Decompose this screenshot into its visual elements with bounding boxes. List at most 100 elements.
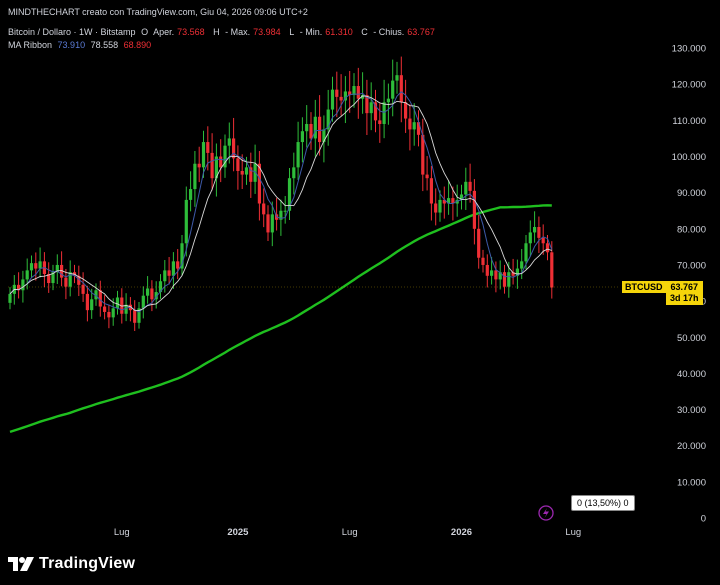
candle-body <box>81 284 85 294</box>
indicator-name: MA Ribbon <box>8 40 53 50</box>
candle-body <box>103 306 107 312</box>
candle-body <box>537 227 541 238</box>
candle-body <box>189 189 193 200</box>
x-tick-label: Lug <box>114 527 130 538</box>
candle-body <box>378 120 382 124</box>
candle-body <box>219 156 223 168</box>
candle-body <box>283 210 287 212</box>
y-tick-label: 70.000 <box>677 260 706 271</box>
candle-body <box>85 293 89 311</box>
candle-body <box>502 272 507 287</box>
candle-body <box>8 293 12 303</box>
candle-body <box>38 261 42 269</box>
candle-body <box>330 89 335 110</box>
candle-body <box>429 178 433 204</box>
candle-body <box>335 89 339 97</box>
candle-body <box>270 214 274 233</box>
candle-body <box>111 308 115 318</box>
price-chart[interactable]: 010.00020.00030.00040.00050.00060.00070.… <box>0 0 720 548</box>
x-tick-label: 2026 <box>451 527 472 538</box>
candle-body <box>408 118 412 130</box>
indicator-legend[interactable]: MA Ribbon 73.910 78.558 68.890 <box>8 40 154 50</box>
candle-body <box>193 163 197 190</box>
candle-body <box>266 214 270 233</box>
ohlc-close: C - Chius. 63.767 <box>361 27 435 37</box>
x-tick-label: Lug <box>565 527 581 538</box>
symbol-badge: BTCUSD <box>622 281 666 293</box>
candle-body <box>25 270 29 280</box>
chart-symbol-line: Bitcoin / Dollaro · 1W · Bitstamp O Aper.… <box>8 27 441 37</box>
candle-body <box>528 232 532 244</box>
candle-body <box>404 102 408 119</box>
candle-body <box>201 142 206 168</box>
candle-body <box>318 116 322 143</box>
candle-body <box>210 152 214 179</box>
candle-body <box>64 277 68 287</box>
candle-body <box>150 288 154 300</box>
candle-body <box>232 138 236 159</box>
candle-body <box>468 181 472 191</box>
candle-body <box>167 270 171 276</box>
y-tick-label: 90.000 <box>677 188 706 199</box>
y-tick-label: 0 <box>701 514 706 525</box>
candle-body <box>520 261 524 269</box>
candle-body <box>541 237 545 244</box>
candle-body <box>533 227 537 233</box>
last-price-value: 63.767 <box>670 282 699 292</box>
candle-body <box>490 270 494 276</box>
candle-body <box>21 279 25 291</box>
candle-body <box>322 129 326 143</box>
candle-body <box>434 203 438 213</box>
candle-body <box>296 142 300 168</box>
candle-body <box>356 86 360 99</box>
candle-body <box>141 295 145 309</box>
candle-body <box>438 199 442 213</box>
candle-body <box>107 311 111 318</box>
ohlc-low: L - Min. 61.310 <box>289 27 353 37</box>
candle-body <box>386 98 390 103</box>
candle-body <box>240 170 244 175</box>
ohlc-high: H - Max. 73.984 <box>213 27 281 37</box>
candle-body <box>176 261 180 269</box>
candle-body <box>472 190 476 229</box>
candle-body <box>262 203 266 215</box>
chart-creator-line: MINDTHECHART creato con TradingView.com,… <box>8 7 308 17</box>
candle-body <box>477 228 481 258</box>
candle-body <box>171 261 175 276</box>
y-tick-label: 130.000 <box>672 44 706 55</box>
y-tick-label: 20.000 <box>677 441 706 452</box>
candle-body <box>90 299 94 311</box>
indicator-value-1: 73.910 <box>57 40 86 50</box>
candle-body <box>34 263 38 269</box>
candle-body <box>244 167 249 175</box>
candle-body <box>197 163 201 168</box>
brand-name: TradingView <box>39 555 136 572</box>
candle-body <box>485 264 489 276</box>
last-price-label: 63.767 3d 17h <box>666 281 703 305</box>
y-tick-label: 40.000 <box>677 369 706 380</box>
candle-body <box>133 310 137 323</box>
candle-body <box>412 122 416 130</box>
candle-body <box>227 138 231 146</box>
candle-body <box>309 123 313 139</box>
candle-body <box>163 270 167 282</box>
indicator-icon[interactable] <box>538 505 554 521</box>
branding[interactable]: TradingView <box>8 555 135 573</box>
candle-body <box>369 102 373 114</box>
candle-body <box>494 270 498 280</box>
candle-body <box>391 80 395 99</box>
y-tick-label: 50.000 <box>677 333 706 344</box>
candle-body <box>425 174 429 179</box>
candle-body <box>300 131 304 143</box>
candle-body <box>236 158 240 171</box>
y-tick-label: 110.000 <box>672 116 706 127</box>
candle-body <box>305 123 309 132</box>
symbol-name: Bitcoin / Dollaro · 1W · Bitstamp <box>8 27 136 37</box>
y-tick-label: 10.000 <box>677 477 706 488</box>
candle-body <box>481 257 485 265</box>
candle-body <box>399 75 403 103</box>
indicator-value-3: 68.890 <box>123 40 152 50</box>
indicator-value-2: 78.558 <box>90 40 119 50</box>
y-tick-label: 120.000 <box>672 80 706 91</box>
candle-body <box>421 134 425 175</box>
